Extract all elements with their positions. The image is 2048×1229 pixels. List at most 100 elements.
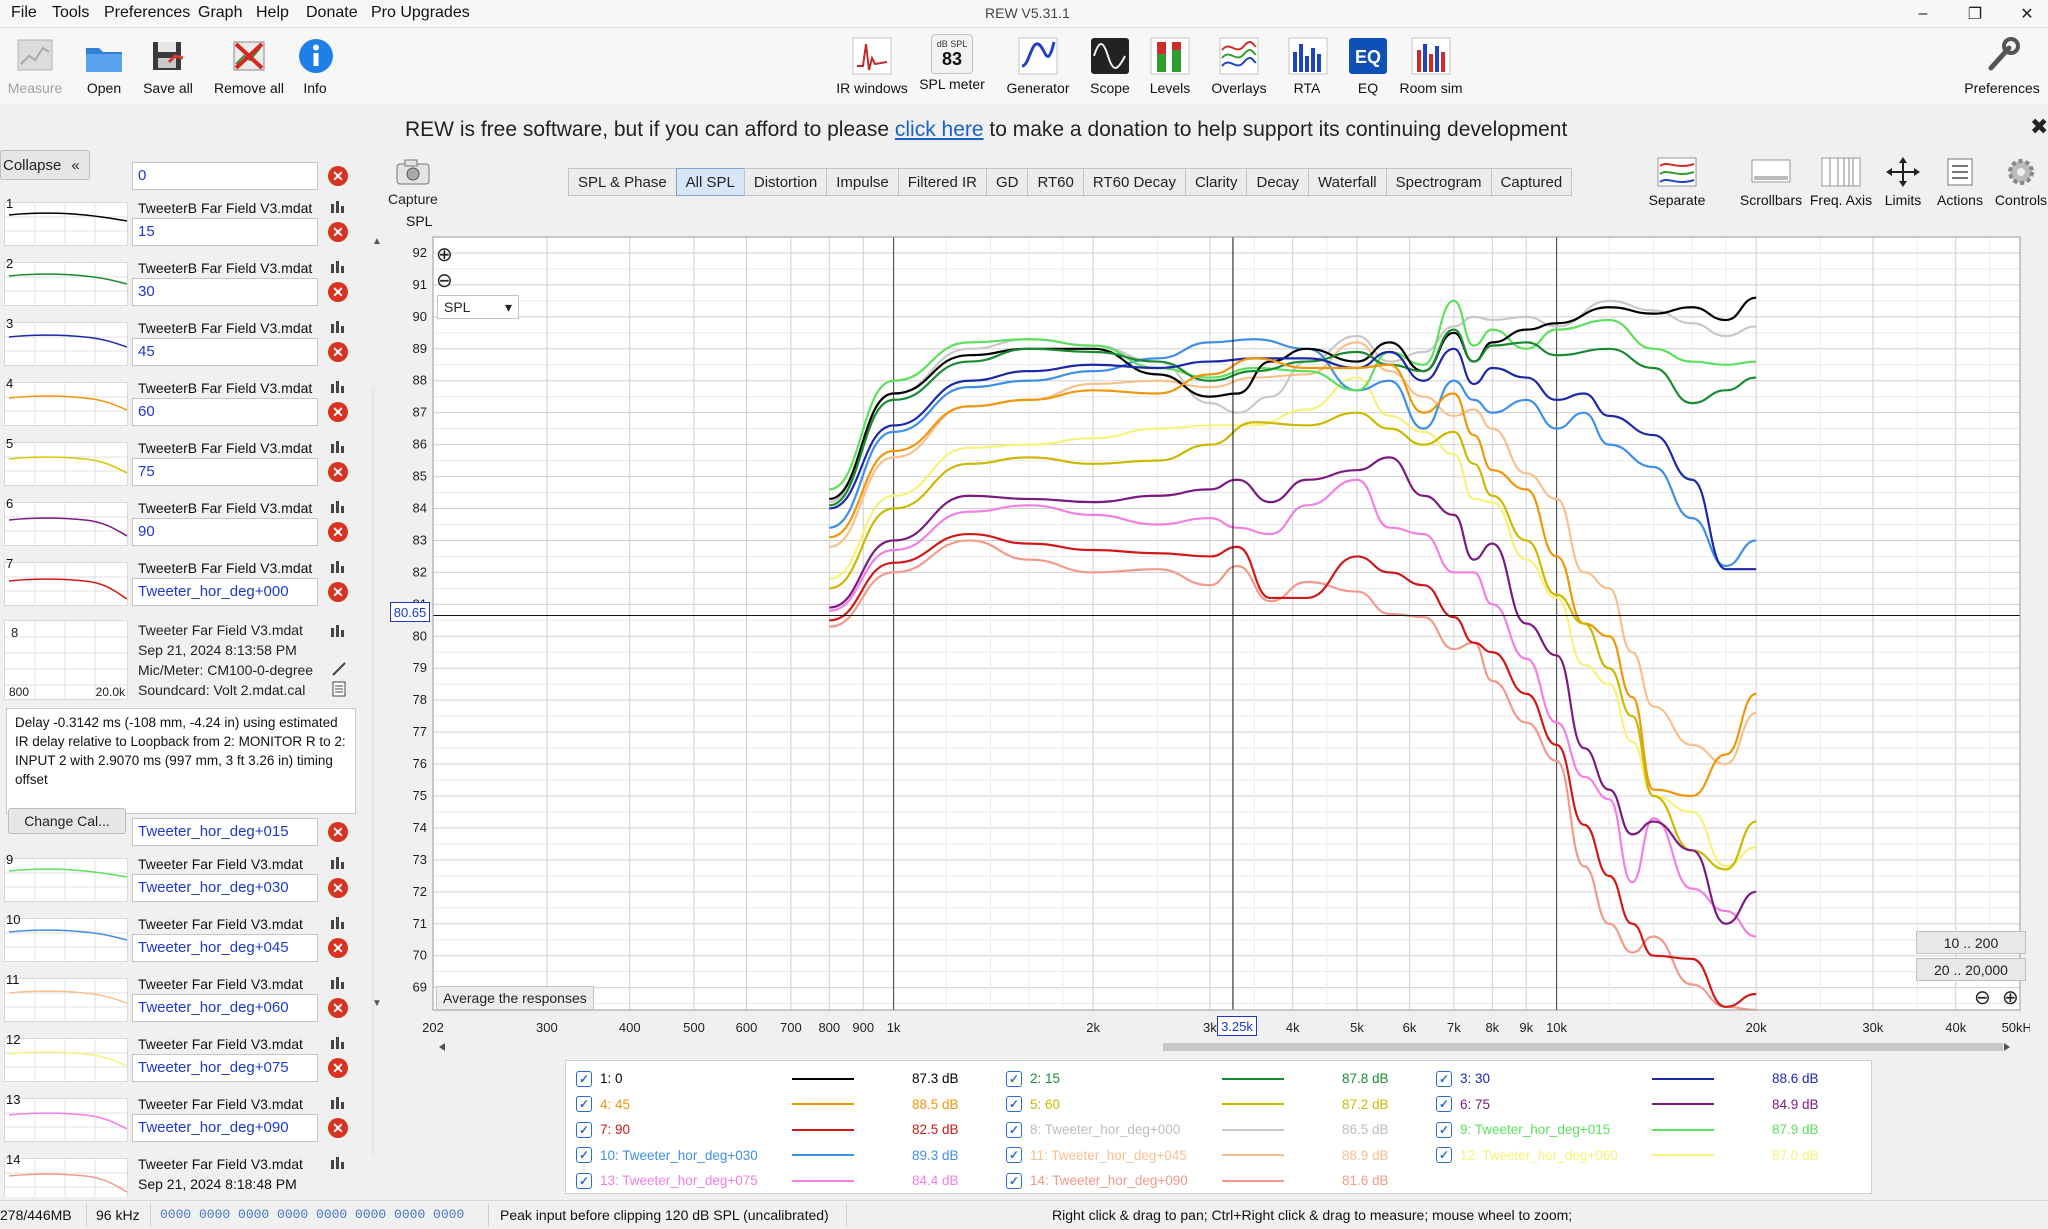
tab-distortion[interactable]: Distortion [743, 168, 828, 196]
measurement-name-field[interactable]: Tweeter_hor_deg+060 [132, 994, 318, 1022]
tab-all-spl[interactable]: All SPL [675, 168, 745, 196]
file-info-icon[interactable] [330, 914, 348, 930]
minimize-button[interactable]: – [1900, 0, 1946, 28]
measurement-thumbnail[interactable] [4, 918, 128, 962]
delete-measurement-icon[interactable]: ✕ [328, 462, 348, 482]
file-info-icon[interactable] [330, 498, 348, 514]
file-info-icon[interactable] [330, 438, 348, 454]
delete-measurement-icon[interactable]: ✕ [328, 878, 348, 898]
measurement-name-field[interactable]: 15 [132, 218, 318, 246]
legend-checkbox[interactable]: ✓ [576, 1070, 592, 1087]
legend-item[interactable]: ✓ 7: 90 82.5 dB [576, 1117, 996, 1142]
file-info-icon[interactable] [330, 318, 348, 334]
notes-icon[interactable] [330, 680, 348, 698]
legend-checkbox[interactable]: ✓ [1006, 1172, 1022, 1189]
delete-measurement-icon[interactable]: ✕ [328, 222, 348, 242]
delete-measurement-icon[interactable]: ✕ [328, 402, 348, 422]
tab-decay[interactable]: Decay [1246, 168, 1310, 196]
legend-checkbox[interactable]: ✓ [1006, 1147, 1022, 1163]
delete-measurement-icon[interactable]: ✕ [328, 166, 348, 186]
actions-button[interactable]: Actions [1936, 154, 1984, 208]
tab-impulse[interactable]: Impulse [826, 168, 899, 196]
measurement-thumbnail[interactable] [4, 978, 128, 1022]
measurement-name-field[interactable]: Tweeter_hor_deg+030 [132, 874, 318, 902]
file-info-icon[interactable] [330, 378, 348, 394]
menu-pro-upgrades[interactable]: Pro Upgrades [371, 4, 470, 22]
measurement-thumbnail[interactable] [4, 442, 128, 486]
info-button[interactable]: Info [294, 34, 336, 96]
file-info-icon[interactable] [330, 558, 348, 574]
delete-measurement-icon[interactable]: ✕ [328, 282, 348, 302]
delete-measurement-icon[interactable]: ✕ [328, 582, 348, 602]
delete-measurement-icon[interactable]: ✕ [328, 1058, 348, 1078]
maximize-button[interactable]: ❐ [1952, 0, 1998, 28]
legend-checkbox[interactable]: ✓ [1436, 1121, 1452, 1138]
legend-checkbox[interactable]: ✓ [1436, 1147, 1452, 1163]
close-window-button[interactable]: ✕ [2004, 0, 2048, 28]
measurement-name-field[interactable]: 60 [132, 398, 318, 426]
measure-button[interactable]: Measure [4, 34, 66, 96]
measurement-thumbnail[interactable] [4, 1158, 128, 1197]
legend-checkbox[interactable]: ✓ [576, 1147, 592, 1163]
open-button[interactable]: Open [76, 34, 132, 96]
tab-waterfall[interactable]: Waterfall [1308, 168, 1387, 196]
legend-item[interactable]: ✓ 11: Tweeter_hor_deg+045 88.9 dB [1006, 1143, 1426, 1168]
eq-button[interactable]: EQ EQ [1346, 34, 1390, 96]
spl-meter-button[interactable]: dB SPL 83 SPL meter [916, 34, 988, 92]
tab-filtered-ir[interactable]: Filtered IR [897, 168, 987, 196]
legend-item[interactable]: ✓ 3: 30 88.6 dB [1436, 1066, 1856, 1091]
menu-graph[interactable]: Graph [198, 4, 242, 22]
remove-all-button[interactable]: Remove all [211, 34, 287, 96]
tab-rt60-decay[interactable]: RT60 Decay [1082, 168, 1186, 196]
measurement-thumbnail[interactable] [4, 1038, 128, 1082]
legend-item[interactable]: ✓ 6: 75 84.9 dB [1436, 1092, 1856, 1117]
range-20-20000-button[interactable]: 20 .. 20,000 [1916, 958, 2026, 981]
legend-checkbox[interactable]: ✓ [576, 1096, 592, 1112]
preferences-button[interactable]: Preferences [1962, 34, 2042, 96]
measurement-name-field[interactable]: Tweeter_hor_deg+045 [132, 934, 318, 962]
tab-clarity[interactable]: Clarity [1184, 168, 1248, 196]
legend-checkbox[interactable]: ✓ [1006, 1070, 1022, 1087]
legend-item[interactable]: ✓ 1: 0 87.3 dB [576, 1066, 996, 1091]
measurement-name-field[interactable]: Tweeter_hor_deg+090 [132, 1114, 318, 1142]
overlays-button[interactable]: Overlays [1208, 34, 1270, 96]
levels-button[interactable]: Levels [1146, 34, 1194, 96]
measurement-thumbnail[interactable] [4, 202, 128, 246]
measurement-thumbnail[interactable] [4, 502, 128, 546]
legend-item[interactable]: ✓ 10: Tweeter_hor_deg+030 89.3 dB [576, 1143, 996, 1168]
generator-button[interactable]: Generator [1000, 34, 1076, 96]
scroll-up-icon[interactable]: ▲ [372, 236, 382, 247]
menu-tools[interactable]: Tools [52, 4, 89, 22]
file-info-icon[interactable] [330, 1094, 348, 1110]
donation-link[interactable]: click here [895, 118, 984, 141]
delete-measurement-icon[interactable]: ✕ [328, 522, 348, 542]
close-banner-icon[interactable]: ✖ [2030, 114, 2048, 140]
measurement-name-field[interactable]: Tweeter_hor_deg+015 [132, 818, 318, 846]
tab-spectrogram[interactable]: Spectrogram [1385, 168, 1492, 196]
file-info-icon[interactable] [330, 1034, 348, 1050]
scrollbars-button[interactable]: Scrollbars [1738, 154, 1804, 208]
average-responses-button[interactable]: Average the responses [436, 986, 594, 1010]
legend-item[interactable]: ✓ 8: Tweeter_hor_deg+000 86.5 dB [1006, 1117, 1426, 1142]
legend-checkbox[interactable]: ✓ [1436, 1096, 1452, 1112]
file-info-icon[interactable] [330, 854, 348, 870]
measurement-thumbnail[interactable] [4, 322, 128, 366]
delete-measurement-icon[interactable]: ✕ [328, 998, 348, 1018]
measurement-name-field[interactable]: 30 [132, 278, 318, 306]
change-cal-button[interactable]: Change Cal... [8, 808, 126, 834]
zoom-out-y-icon[interactable]: ⊖ [436, 268, 453, 293]
edit-pencil-icon[interactable] [330, 660, 348, 678]
tab-gd[interactable]: GD [985, 168, 1029, 196]
scope-button[interactable]: Scope [1086, 34, 1134, 96]
tab-captured[interactable]: Captured [1490, 168, 1573, 196]
legend-item[interactable]: ✓ 14: Tweeter_hor_deg+090 81.6 dB [1006, 1168, 1426, 1193]
measurement-thumbnail[interactable] [4, 562, 128, 606]
measurement-name-field[interactable]: 75 [132, 458, 318, 486]
legend-checkbox[interactable]: ✓ [1006, 1096, 1022, 1112]
zoom-in-icon[interactable]: ⊕ [2002, 985, 2019, 1010]
spl-select-dropdown[interactable]: SPL ▾ [437, 295, 519, 319]
legend-checkbox[interactable]: ✓ [576, 1121, 592, 1138]
legend-checkbox[interactable]: ✓ [1006, 1121, 1022, 1138]
legend-checkbox[interactable]: ✓ [576, 1172, 592, 1189]
measurement-name-field[interactable]: 90 [132, 518, 318, 546]
